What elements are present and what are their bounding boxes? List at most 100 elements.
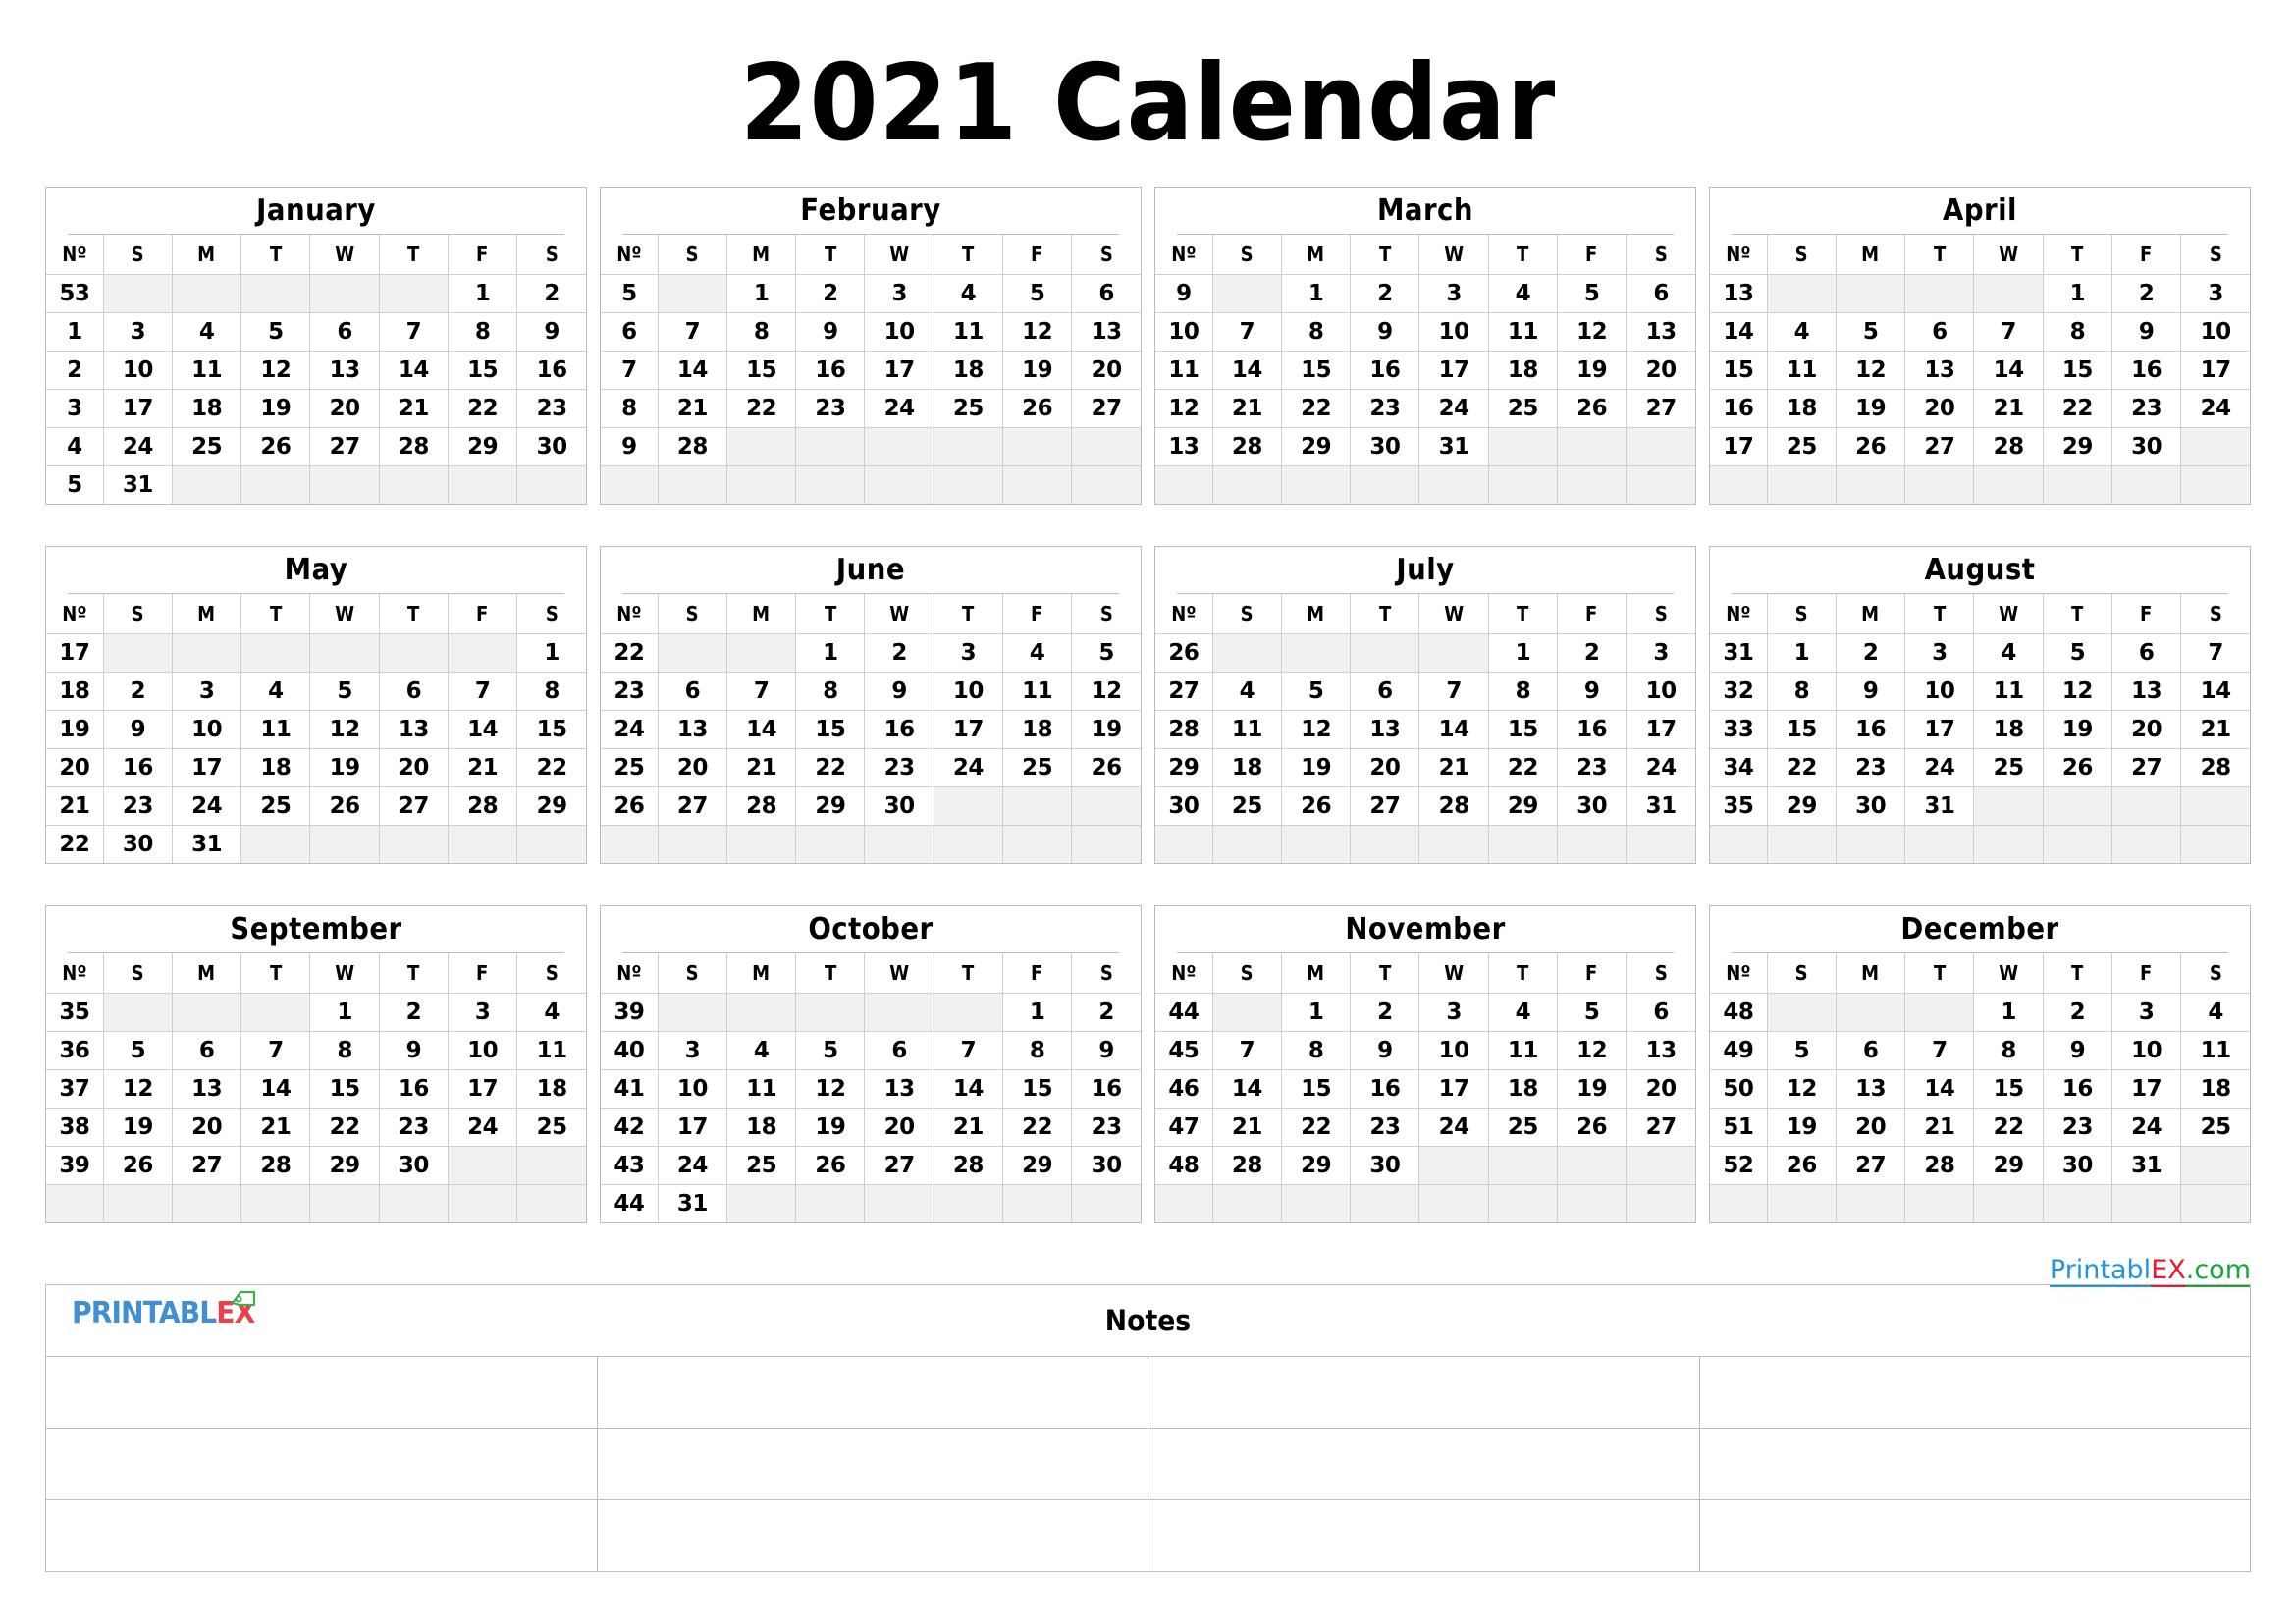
day-cell[interactable]: 22 <box>447 389 518 428</box>
day-cell[interactable]: 19 <box>1001 351 1073 390</box>
day-cell[interactable]: 4 <box>2180 993 2250 1032</box>
day-cell[interactable]: 18 <box>1766 389 1837 428</box>
day-cell[interactable]: 11 <box>171 351 242 390</box>
day-cell[interactable]: 19 <box>795 1108 866 1147</box>
day-cell[interactable]: 13 <box>1835 1069 1906 1109</box>
day-cell[interactable]: 20 <box>1626 351 1695 390</box>
day-cell[interactable]: 10 <box>2110 1031 2182 1070</box>
day-cell[interactable]: 6 <box>1626 993 1695 1032</box>
day-cell[interactable]: 27 <box>309 427 380 466</box>
day-cell[interactable]: 25 <box>1487 1108 1558 1147</box>
day-cell[interactable]: 7 <box>2180 633 2250 673</box>
day-cell[interactable]: 9 <box>864 672 934 711</box>
day-cell[interactable]: 30 <box>2110 427 2182 466</box>
day-cell[interactable]: 10 <box>2180 312 2250 352</box>
day-cell[interactable]: 8 <box>516 672 586 711</box>
day-cell[interactable]: 16 <box>2110 351 2182 390</box>
day-cell[interactable]: 28 <box>240 1146 311 1185</box>
day-cell[interactable]: 15 <box>447 351 518 390</box>
day-cell[interactable]: 14 <box>725 710 797 749</box>
day-cell[interactable]: 26 <box>1556 1108 1628 1147</box>
day-cell[interactable]: 9 <box>102 710 173 749</box>
day-cell[interactable]: 26 <box>1835 427 1906 466</box>
day-cell[interactable]: 10 <box>1418 312 1489 352</box>
day-cell[interactable]: 14 <box>657 351 727 390</box>
day-cell[interactable]: 29 <box>1973 1146 2044 1185</box>
day-cell[interactable]: 5 <box>2042 633 2112 673</box>
day-cell[interactable]: 7 <box>725 672 797 711</box>
day-cell[interactable]: 22 <box>1280 1108 1352 1147</box>
day-cell[interactable]: 10 <box>102 351 173 390</box>
day-cell[interactable]: 5 <box>1556 274 1628 313</box>
day-cell[interactable]: 5 <box>309 672 380 711</box>
day-cell[interactable]: 26 <box>2042 748 2112 787</box>
day-cell[interactable]: 16 <box>1556 710 1628 749</box>
day-cell[interactable]: 8 <box>1973 1031 2044 1070</box>
day-cell[interactable]: 6 <box>1350 672 1420 711</box>
day-cell[interactable]: 4 <box>1973 633 2044 673</box>
day-cell[interactable]: 25 <box>2180 1108 2250 1147</box>
day-cell[interactable]: 22 <box>1766 748 1837 787</box>
day-cell[interactable]: 15 <box>516 710 586 749</box>
day-cell[interactable]: 21 <box>933 1108 1003 1147</box>
day-cell[interactable]: 28 <box>1904 1146 1975 1185</box>
day-cell[interactable]: 14 <box>378 351 449 390</box>
day-cell[interactable]: 23 <box>516 389 586 428</box>
day-cell[interactable]: 27 <box>1626 1108 1695 1147</box>
day-cell[interactable]: 4 <box>171 312 242 352</box>
day-cell[interactable]: 26 <box>309 786 380 826</box>
day-cell[interactable]: 27 <box>2110 748 2182 787</box>
day-cell[interactable]: 7 <box>240 1031 311 1070</box>
day-cell[interactable]: 1 <box>1973 993 2044 1032</box>
day-cell[interactable]: 19 <box>1280 748 1352 787</box>
day-cell[interactable]: 26 <box>1766 1146 1837 1185</box>
day-cell[interactable]: 11 <box>1211 710 1282 749</box>
day-cell[interactable]: 9 <box>795 312 866 352</box>
day-cell[interactable]: 24 <box>447 1108 518 1147</box>
day-cell[interactable]: 18 <box>1973 710 2044 749</box>
day-cell[interactable]: 18 <box>725 1108 797 1147</box>
day-cell[interactable]: 1 <box>725 274 797 313</box>
day-cell[interactable]: 4 <box>1487 993 1558 1032</box>
day-cell[interactable]: 24 <box>1418 1108 1489 1147</box>
day-cell[interactable]: 10 <box>1626 672 1695 711</box>
notes-cell[interactable] <box>1698 1499 2251 1572</box>
day-cell[interactable]: 17 <box>102 389 173 428</box>
day-cell[interactable]: 13 <box>1350 710 1420 749</box>
day-cell[interactable]: 26 <box>240 427 311 466</box>
day-cell[interactable]: 18 <box>933 351 1003 390</box>
day-cell[interactable]: 19 <box>240 389 311 428</box>
day-cell[interactable]: 1 <box>2042 274 2112 313</box>
day-cell[interactable]: 4 <box>933 274 1003 313</box>
notes-cell[interactable] <box>1148 1356 1700 1429</box>
day-cell[interactable]: 21 <box>1211 1108 1282 1147</box>
day-cell[interactable]: 26 <box>102 1146 173 1185</box>
day-cell[interactable]: 27 <box>864 1146 934 1185</box>
day-cell[interactable]: 28 <box>2180 748 2250 787</box>
day-cell[interactable]: 29 <box>309 1146 380 1185</box>
day-cell[interactable]: 17 <box>864 351 934 390</box>
day-cell[interactable]: 3 <box>102 312 173 352</box>
day-cell[interactable]: 21 <box>1973 389 2044 428</box>
day-cell[interactable]: 29 <box>795 786 866 826</box>
day-cell[interactable]: 24 <box>933 748 1003 787</box>
day-cell[interactable]: 28 <box>1211 1146 1282 1185</box>
day-cell[interactable]: 18 <box>1487 351 1558 390</box>
day-cell[interactable]: 8 <box>725 312 797 352</box>
day-cell[interactable]: 9 <box>1350 312 1420 352</box>
day-cell[interactable]: 5 <box>102 1031 173 1070</box>
day-cell[interactable]: 18 <box>171 389 242 428</box>
day-cell[interactable]: 11 <box>516 1031 586 1070</box>
notes-cell[interactable] <box>596 1499 1148 1572</box>
day-cell[interactable]: 26 <box>1001 389 1073 428</box>
day-cell[interactable]: 16 <box>1835 710 1906 749</box>
day-cell[interactable]: 12 <box>309 710 380 749</box>
day-cell[interactable]: 6 <box>1071 274 1141 313</box>
day-cell[interactable]: 2 <box>2110 274 2182 313</box>
day-cell[interactable]: 1 <box>309 993 380 1032</box>
day-cell[interactable]: 10 <box>1904 672 1975 711</box>
day-cell[interactable]: 25 <box>1211 786 1282 826</box>
day-cell[interactable]: 16 <box>516 351 586 390</box>
day-cell[interactable]: 28 <box>725 786 797 826</box>
day-cell[interactable]: 20 <box>2110 710 2182 749</box>
